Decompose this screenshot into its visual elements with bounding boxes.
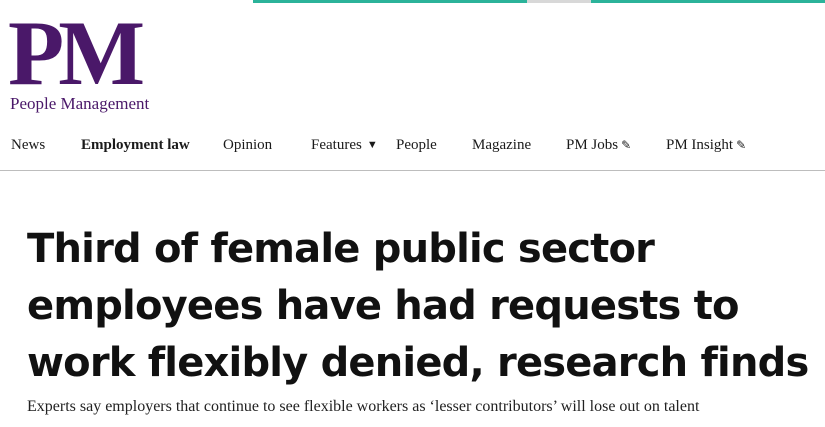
main-navigation: News Employment law Opinion Features ▼ Pe… (0, 124, 825, 171)
nav-item-pm-insight[interactable]: PM Insight ✎ (666, 137, 746, 154)
nav-item-label: Features (311, 137, 362, 153)
nav-item-people[interactable]: People (396, 137, 437, 154)
nav-item-pm-jobs[interactable]: PM Jobs ✎ (566, 137, 631, 154)
logo-mark: PM (8, 2, 145, 104)
nav-item-label: Magazine (472, 137, 532, 153)
logo-subtitle: People Management (10, 94, 150, 113)
top-strip-segment (253, 0, 527, 3)
nav-item-news[interactable]: News (11, 137, 45, 154)
article-standfirst: Experts say employers that continue to s… (27, 398, 700, 415)
article-headline: Third of female public sector employees … (27, 226, 809, 386)
nav-item-features[interactable]: Features ▼ (311, 137, 378, 154)
nav-item-magazine[interactable]: Magazine (472, 137, 531, 154)
nav-item-label: Employment law (81, 137, 190, 153)
nav-item-label: People (396, 137, 437, 153)
nav-item-employment-law[interactable]: Employment law (81, 137, 190, 154)
nav-item-opinion[interactable]: Opinion (223, 137, 272, 154)
caret-down-icon: ▼ (366, 139, 378, 151)
external-pen-icon: ✎ (736, 138, 747, 152)
nav-item-label: PM Jobs (566, 137, 619, 153)
nav-item-label: News (11, 137, 46, 153)
nav-item-label: PM Insight (666, 137, 734, 153)
top-strip-segment (591, 0, 825, 3)
external-pen-icon: ✎ (621, 138, 632, 152)
site-logo[interactable]: PM People Management (8, 2, 185, 113)
nav-item-label: Opinion (223, 137, 273, 153)
top-accent-strip (253, 0, 825, 3)
top-strip-segment (527, 0, 591, 3)
